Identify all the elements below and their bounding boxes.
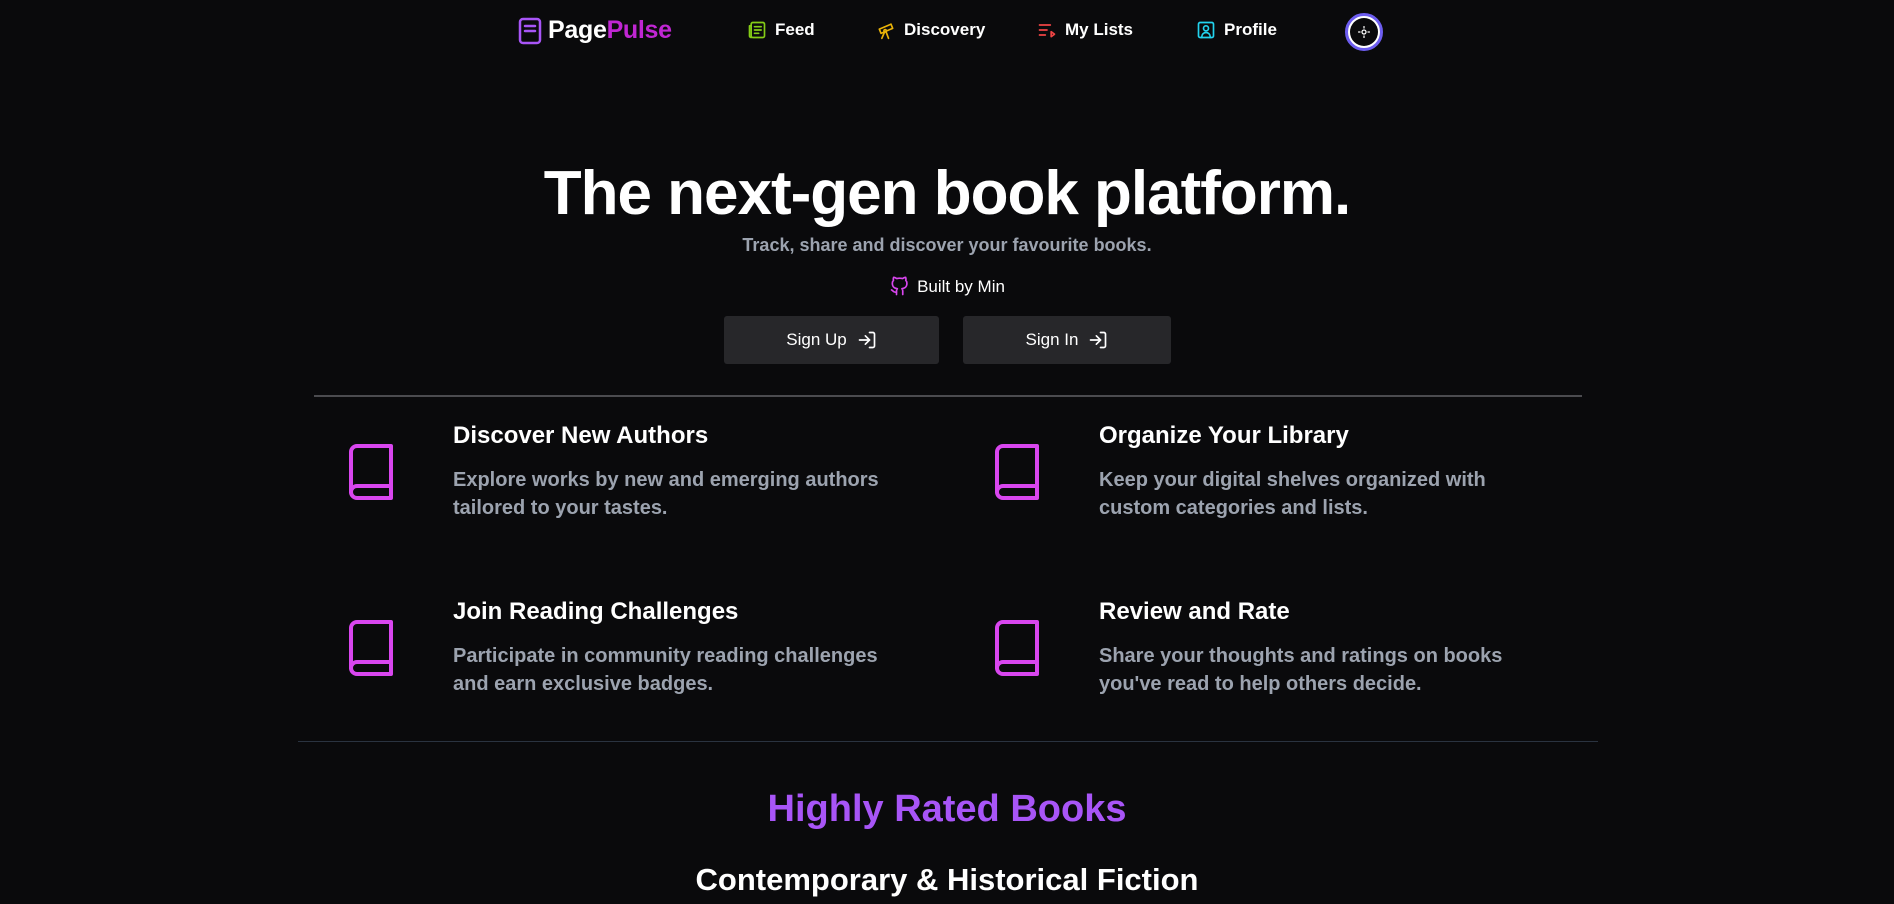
- hero-divider: [314, 395, 1582, 397]
- sign-up-label: Sign Up: [786, 330, 847, 349]
- feature-title: Review and Rate: [1099, 598, 1290, 625]
- brand-name: PagePulse: [548, 16, 672, 45]
- nav-feed[interactable]: Feed: [747, 20, 815, 40]
- feature-description: Share your thoughts and ratings on books…: [1099, 645, 1503, 695]
- github-icon: [890, 276, 908, 296]
- sun-icon: [1358, 26, 1370, 38]
- book-icon: [349, 444, 393, 500]
- nav-discovery[interactable]: Discovery: [876, 20, 985, 40]
- book-icon: [349, 620, 393, 676]
- brand-name-part2: Pulse: [606, 16, 673, 44]
- top-navbar: PagePulse Feed Discovery My Lists Profil…: [0, 0, 1894, 64]
- sign-in-button[interactable]: Sign In: [963, 316, 1171, 364]
- theme-toggle-button[interactable]: [1345, 13, 1383, 51]
- built-by-link[interactable]: Built by Min: [0, 276, 1894, 298]
- nav-discovery-label: Discovery: [904, 20, 986, 39]
- book-icon: [995, 444, 1039, 500]
- brand-logo[interactable]: PagePulse: [518, 16, 672, 45]
- nav-my-lists-label: My Lists: [1065, 20, 1134, 39]
- telescope-icon: [878, 23, 894, 40]
- built-by-label: Built by Min: [917, 277, 1005, 296]
- theme-toggle-inner: [1350, 18, 1378, 46]
- nav-profile[interactable]: Profile: [1196, 20, 1277, 40]
- nav-my-lists[interactable]: My Lists: [1037, 20, 1133, 40]
- nav-profile-label: Profile: [1224, 20, 1277, 39]
- nav-feed-label: Feed: [775, 20, 815, 39]
- landing-page: PagePulse Feed Discovery My Lists Profil…: [0, 0, 1894, 904]
- hero-title: The next-gen book platform.: [543, 159, 1352, 228]
- feature-title: Join Reading Challenges: [453, 598, 739, 625]
- sign-in-label: Sign In: [1025, 330, 1079, 349]
- book-icon: [995, 620, 1039, 676]
- hero-subtitle: Track, share and discover your favourite…: [742, 235, 1152, 255]
- list-icon: [1038, 24, 1056, 38]
- feature-description: Keep your digital shelves organized with…: [1099, 469, 1486, 519]
- feature-description: Explore works by new and emerging author…: [453, 469, 879, 519]
- category-heading: Contemporary & Historical Fiction: [695, 862, 1199, 897]
- highly-rated-title: Highly Rated Books: [767, 788, 1127, 830]
- feature-title: Discover New Authors: [453, 422, 709, 449]
- brand-name-part1: Page: [548, 16, 607, 44]
- log-in-icon: [1090, 331, 1107, 349]
- notebook-icon: [518, 17, 542, 44]
- log-in-icon: [858, 331, 876, 349]
- feature-title: Organize Your Library: [1099, 422, 1349, 449]
- newspaper-icon: [748, 21, 766, 39]
- sign-up-button[interactable]: Sign Up: [724, 316, 939, 364]
- features-divider: [298, 741, 1598, 742]
- user-square-icon: [1197, 21, 1215, 39]
- feature-description: Participate in community reading challen…: [453, 645, 878, 695]
